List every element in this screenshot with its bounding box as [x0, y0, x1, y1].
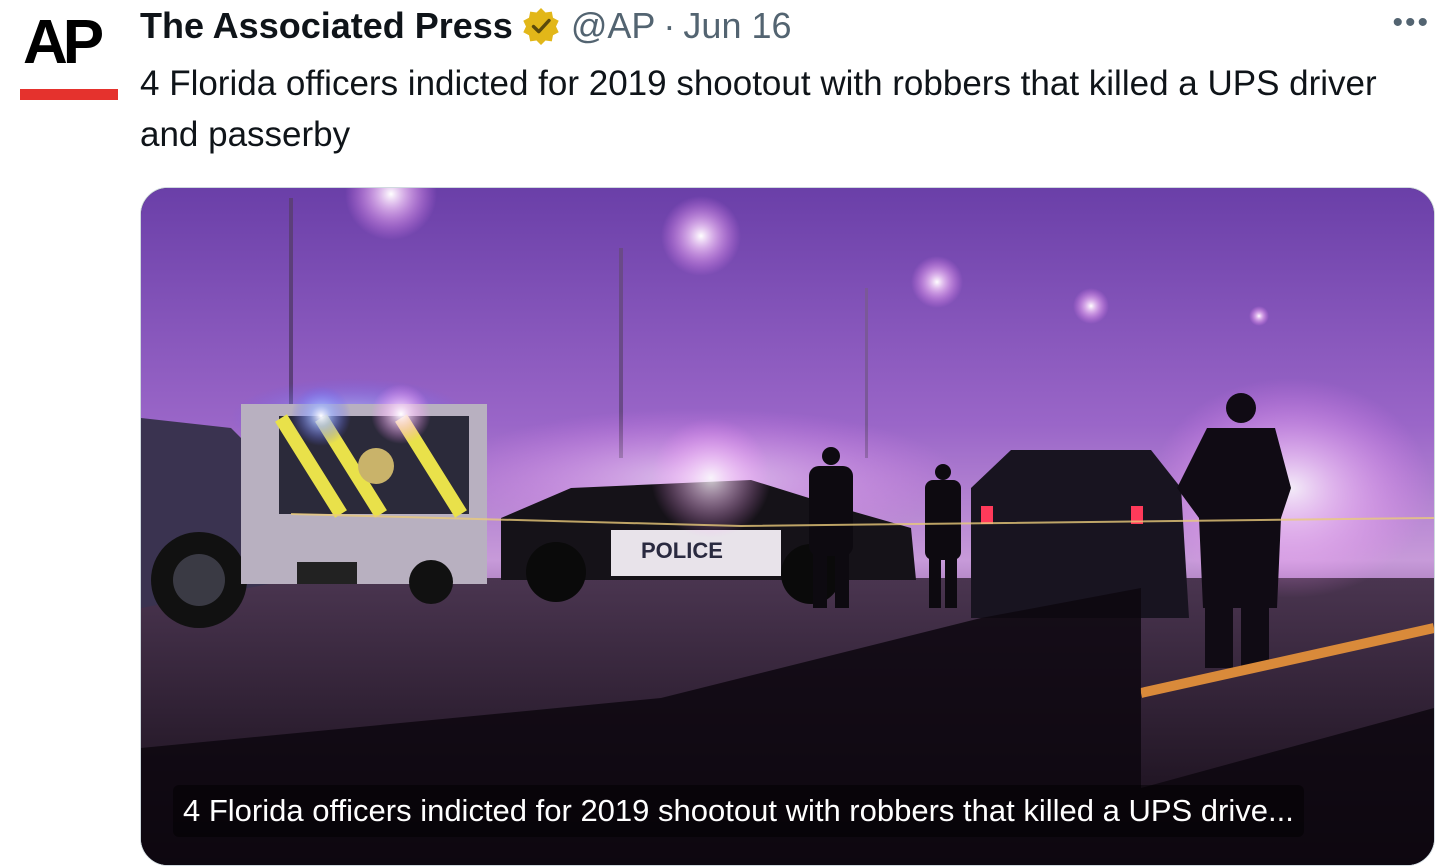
author-name[interactable]: The Associated Press — [140, 5, 513, 47]
ap-logo-text: AP — [23, 8, 104, 77]
tweet-text: 4 Florida officers indicted for 2019 sho… — [140, 64, 1377, 154]
ap-logo-bar — [20, 89, 118, 100]
tweet-header: The Associated Press @AP · Jun 16 — [140, 4, 792, 48]
more-options-icon[interactable]: ••• — [1392, 8, 1430, 38]
svg-text:POLICE: POLICE — [641, 538, 723, 563]
tweet-date[interactable]: Jun 16 — [683, 5, 791, 47]
header-separator: · — [663, 5, 676, 46]
author-handle[interactable]: @AP — [571, 5, 656, 47]
card-caption: 4 Florida officers indicted for 2019 sho… — [173, 785, 1304, 837]
police-scene-image: POLICE — [141, 188, 1434, 865]
verified-badge-icon[interactable] — [521, 6, 561, 46]
avatar[interactable]: AP — [18, 6, 120, 102]
link-card-image[interactable]: POLICE 4 Florida officers indicted for 2… — [140, 187, 1435, 866]
